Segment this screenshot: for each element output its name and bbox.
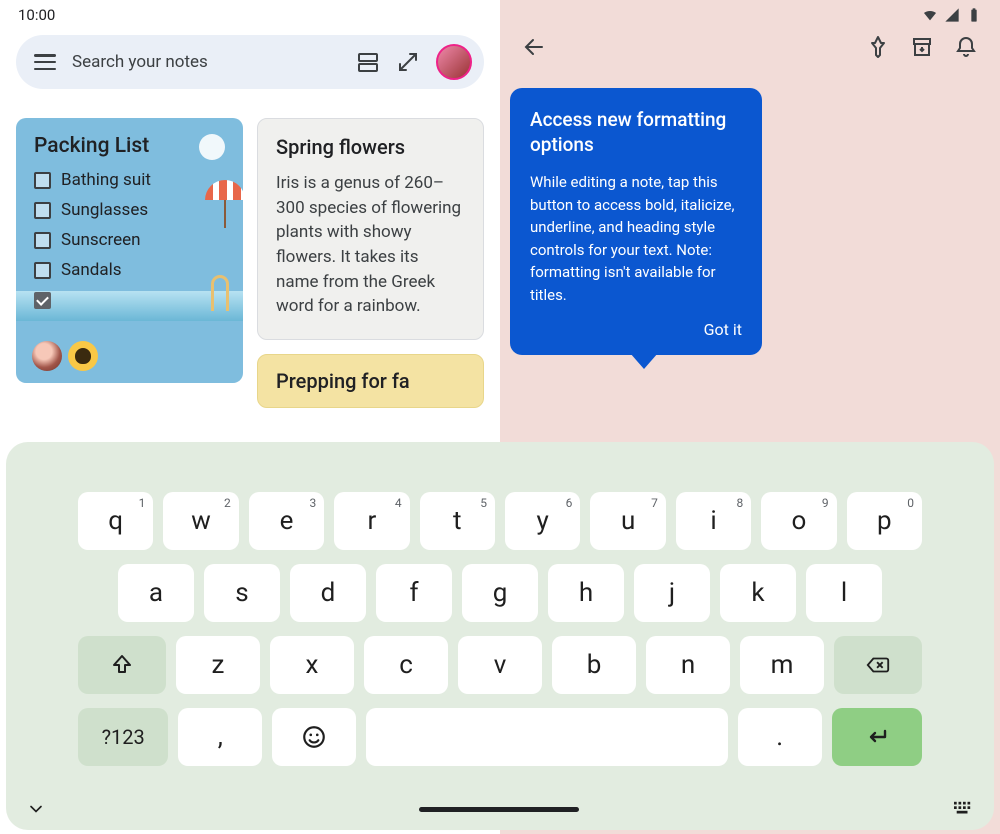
reminder-icon[interactable] — [954, 35, 978, 59]
key-b[interactable]: b — [552, 636, 636, 694]
tooltip-tail — [630, 353, 658, 369]
list-item[interactable]: Bathing suit — [34, 170, 225, 190]
tooltip-body: While editing a note, tap this button to… — [530, 171, 742, 306]
key-d[interactable]: d — [290, 564, 366, 622]
checkbox-icon[interactable] — [34, 262, 51, 279]
status-bar: 10:00 — [0, 0, 1000, 30]
search-placeholder: Search your notes — [72, 52, 340, 72]
key-row-3: zxcvbnm — [6, 636, 994, 694]
ladder-illustration — [211, 275, 229, 311]
checklist: Bathing suit Sunglasses Sunscreen Sandal… — [34, 170, 225, 310]
key-g[interactable]: g — [462, 564, 538, 622]
checkbox-checked-icon[interactable] — [34, 292, 51, 309]
comma-key[interactable]: , — [178, 708, 262, 766]
item-label: Sunscreen — [61, 230, 141, 250]
key-t[interactable]: t5 — [420, 492, 495, 550]
key-l[interactable]: l — [806, 564, 882, 622]
item-label: Sandals — [61, 260, 121, 280]
emoji-icon — [301, 724, 327, 750]
status-icons — [922, 7, 982, 23]
key-q[interactable]: q1 — [78, 492, 153, 550]
checkbox-icon[interactable] — [34, 172, 51, 189]
key-a[interactable]: a — [118, 564, 194, 622]
checkbox-icon[interactable] — [34, 232, 51, 249]
enter-icon — [863, 725, 891, 749]
key-p[interactable]: p0 — [847, 492, 922, 550]
back-icon[interactable] — [522, 35, 546, 59]
key-f[interactable]: f — [376, 564, 452, 622]
list-item[interactable]: Sandals — [34, 260, 225, 280]
key-x[interactable]: x — [270, 636, 354, 694]
note-title: Packing List — [34, 134, 225, 158]
clock: 10:00 — [18, 6, 55, 24]
backspace-key[interactable] — [834, 636, 922, 694]
note-packing-list[interactable]: Packing List Bathing suit Sunglasses Sun… — [16, 118, 243, 383]
key-row-2: asdfghjkl — [6, 564, 994, 622]
formatting-tooltip: Access new formatting options While edit… — [510, 88, 762, 355]
expand-icon[interactable] — [396, 50, 420, 74]
collapse-keyboard-icon[interactable] — [26, 799, 46, 819]
list-item[interactable]: Sunscreen — [34, 230, 225, 250]
key-c[interactable]: c — [364, 636, 448, 694]
profile-avatar[interactable] — [436, 44, 472, 80]
key-z[interactable]: z — [176, 636, 260, 694]
key-s[interactable]: s — [204, 564, 280, 622]
pin-icon[interactable] — [866, 35, 890, 59]
editor-topbar — [500, 35, 1000, 59]
key-y[interactable]: y6 — [505, 492, 580, 550]
key-r[interactable]: r4 — [334, 492, 409, 550]
key-o[interactable]: o9 — [761, 492, 836, 550]
key-u[interactable]: u7 — [590, 492, 665, 550]
search-bar[interactable]: Search your notes — [16, 35, 484, 89]
item-label: Bathing suit — [61, 170, 151, 190]
key-e[interactable]: e3 — [249, 492, 324, 550]
checkbox-icon[interactable] — [34, 202, 51, 219]
keyboard-footer — [6, 794, 994, 824]
key-h[interactable]: h — [548, 564, 624, 622]
key-m[interactable]: m — [740, 636, 824, 694]
collaborators — [32, 341, 98, 371]
shift-icon — [110, 653, 134, 677]
note-title: Spring flowers — [276, 135, 465, 159]
nav-pill[interactable] — [419, 807, 579, 812]
backspace-icon — [865, 653, 891, 677]
signal-icon — [944, 7, 960, 23]
key-row-4: ?123 , . — [6, 708, 994, 766]
umbrella-illustration — [205, 180, 243, 224]
tooltip-title: Access new formatting options — [530, 108, 742, 157]
note-body: Iris is a genus of 260–300 species of fl… — [276, 171, 465, 319]
menu-icon[interactable] — [34, 54, 56, 70]
key-i[interactable]: i8 — [676, 492, 751, 550]
period-key[interactable]: . — [738, 708, 822, 766]
space-key[interactable] — [366, 708, 727, 766]
key-w[interactable]: w2 — [163, 492, 238, 550]
keyboard-settings-icon[interactable] — [952, 800, 974, 818]
note-title: Prepping for fa — [276, 369, 465, 393]
key-k[interactable]: k — [720, 564, 796, 622]
collaborator-avatar[interactable] — [32, 341, 62, 371]
shift-key[interactable] — [78, 636, 166, 694]
list-item[interactable]: Sunglasses — [34, 200, 225, 220]
note-spring-flowers[interactable]: Spring flowers Iris is a genus of 260–30… — [257, 118, 484, 340]
enter-key[interactable] — [832, 708, 922, 766]
key-j[interactable]: j — [634, 564, 710, 622]
wifi-icon — [922, 7, 938, 23]
sun-illustration — [199, 134, 225, 160]
tooltip-dismiss-button[interactable]: Got it — [704, 320, 742, 339]
emoji-key[interactable] — [272, 708, 356, 766]
key-n[interactable]: n — [646, 636, 730, 694]
key-v[interactable]: v — [458, 636, 542, 694]
archive-icon[interactable] — [910, 35, 934, 59]
on-screen-keyboard: q1w2e3r4t5y6u7i8o9p0 asdfghjkl zxcvbnm ?… — [6, 442, 994, 830]
symbols-key[interactable]: ?123 — [78, 708, 168, 766]
view-toggle-icon[interactable] — [356, 50, 380, 74]
battery-icon — [966, 7, 982, 23]
note-prepping[interactable]: Prepping for fa — [257, 354, 484, 408]
item-label: Sunglasses — [61, 200, 148, 220]
collaborator-avatar[interactable] — [68, 341, 98, 371]
key-row-1: q1w2e3r4t5y6u7i8o9p0 — [6, 492, 994, 550]
